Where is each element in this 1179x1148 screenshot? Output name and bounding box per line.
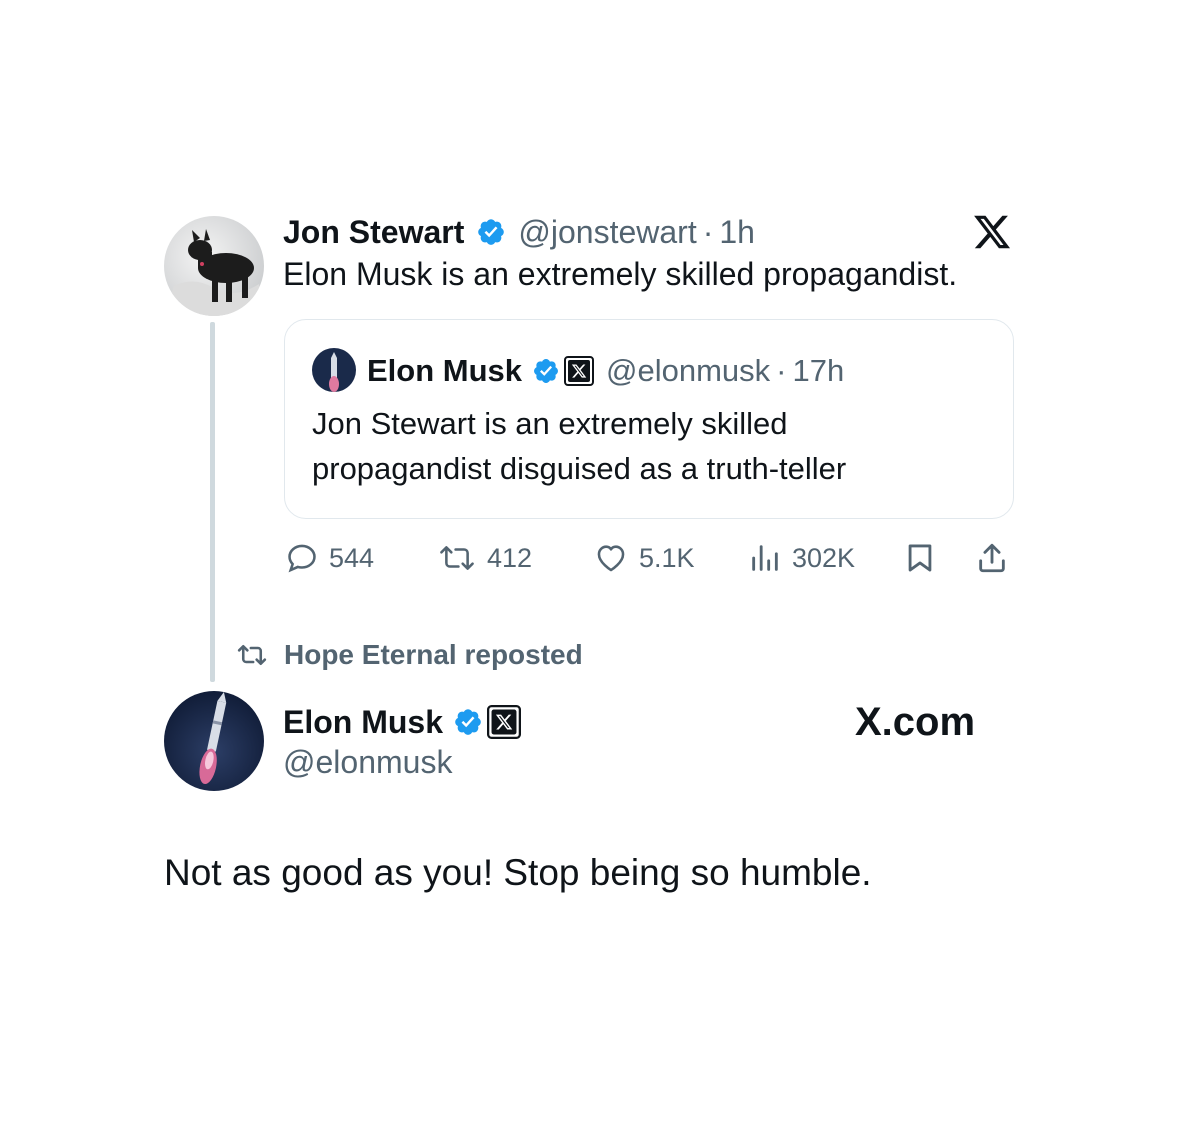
reply-button[interactable]: 544: [285, 538, 374, 578]
tweet-separator: ·: [702, 213, 714, 250]
avatar-elon-musk-quote[interactable]: [312, 348, 356, 392]
quote-header: Elon Musk @elonmusk · 17h: [367, 350, 844, 392]
tweet-header: Jon Stewart @jonstewart · 1h: [283, 210, 755, 254]
tweet-text: Elon Musk is an extremely skilled propag…: [283, 256, 958, 292]
tweet-author-name[interactable]: Jon Stewart: [283, 214, 464, 251]
avatar-elon-musk[interactable]: [164, 691, 264, 791]
x-logo-icon: [972, 212, 1012, 252]
reply-icon: [288, 544, 316, 573]
views-icon: [752, 545, 778, 571]
view-count: 302K: [792, 542, 856, 573]
verified-icon: [453, 707, 483, 737]
repost-icon: [237, 644, 267, 666]
reply-text: Not as good as you! Stop being so humble…: [164, 852, 872, 893]
reply-author-handle[interactable]: @elonmusk: [283, 744, 452, 781]
views-button[interactable]: 302K: [748, 538, 855, 578]
like-button[interactable]: 5.1K: [593, 538, 695, 578]
reply-header: Elon Musk: [283, 700, 522, 744]
tweet-author-handle[interactable]: @jonstewart: [518, 214, 696, 251]
repost-button[interactable]: 412: [437, 538, 532, 578]
bookmark-button[interactable]: [903, 538, 937, 578]
like-icon: [597, 545, 625, 572]
repost-count: 412: [487, 542, 533, 573]
quote-text-line-1: Jon Stewart is an extremely skilled: [312, 406, 788, 441]
tweet-time[interactable]: 1h: [719, 214, 755, 251]
quote-author-handle[interactable]: @elonmusk: [606, 353, 770, 389]
x-affiliate-badge-icon: [564, 356, 595, 386]
share-button[interactable]: [975, 538, 1009, 578]
x-com-brand-text: X.com: [855, 699, 976, 744]
quote-text-line-2: propagandist disguised as a truth-teller: [312, 451, 847, 486]
reply-count: 544: [329, 542, 375, 573]
share-icon: [979, 543, 1005, 573]
x-com-brand: X.com: [855, 700, 975, 744]
quote-author-name[interactable]: Elon Musk: [367, 353, 522, 389]
verified-icon: [532, 357, 560, 385]
quote-separator: ·: [776, 353, 787, 388]
like-count: 5.1K: [639, 542, 695, 573]
repost-banner-text[interactable]: Hope Eternal reposted: [284, 639, 583, 671]
reply-author-name[interactable]: Elon Musk: [283, 704, 443, 741]
bookmark-icon: [908, 544, 932, 572]
quote-time[interactable]: 17h: [793, 353, 845, 389]
thread-line: [210, 322, 215, 682]
x-affiliate-badge-icon: [487, 705, 522, 739]
repost-icon: [440, 546, 474, 570]
verified-icon: [476, 217, 506, 247]
avatar-jon-stewart[interactable]: [164, 216, 264, 316]
repost-banner: Hope Eternal reposted: [234, 636, 583, 674]
